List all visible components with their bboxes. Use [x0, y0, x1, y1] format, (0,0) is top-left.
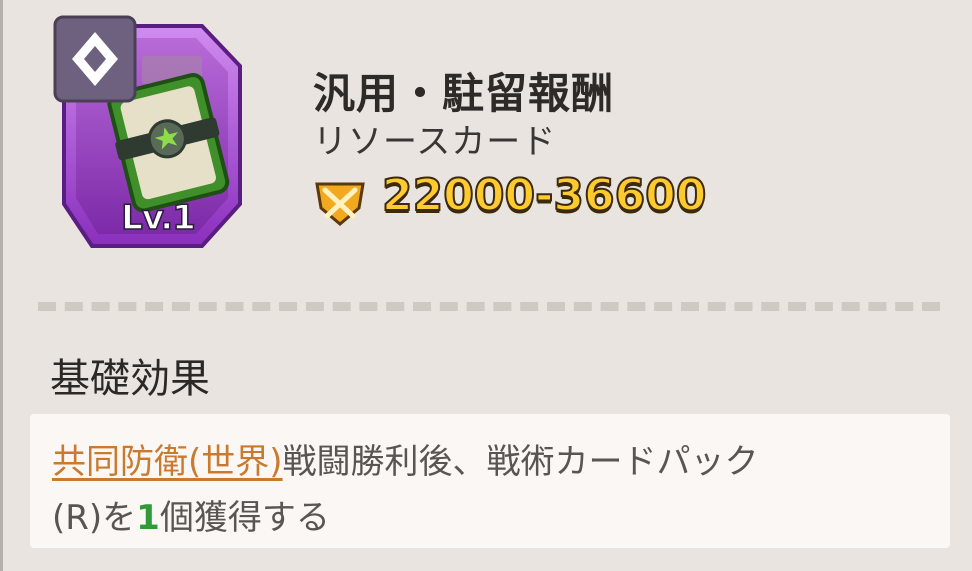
- effect-line-2-suffix: 個獲得する: [159, 498, 330, 538]
- basic-effect-box: 共同防衛(世界)戦闘勝利後、戦術カードパック (R)を1個獲得する: [30, 414, 950, 548]
- crossed-swords-trophy-icon: [313, 178, 367, 226]
- effect-line-2: (R)を1個獲得する: [52, 490, 330, 539]
- rarity-badge-icon: [53, 15, 137, 103]
- panel-left-edge: [0, 0, 3, 571]
- card-name: 汎用・駐留報酬: [313, 69, 615, 118]
- effect-line-1: 共同防衛(世界)戦闘勝利後、戦術カードパック: [52, 434, 759, 483]
- basic-effect-heading: 基礎効果: [50, 356, 210, 402]
- effect-count: 1: [136, 498, 160, 538]
- section-divider: [38, 302, 940, 311]
- card-type: リソースカード: [313, 122, 557, 162]
- effect-line-2-prefix: (R)を: [52, 498, 137, 538]
- card-level: Lv.1: [120, 197, 196, 239]
- effect-line-1-text: 戦闘勝利後、戦術カードパック: [282, 442, 759, 482]
- trophy-range: 22000-36600: [381, 169, 707, 222]
- effect-keyword-link[interactable]: 共同防衛(世界): [52, 442, 283, 482]
